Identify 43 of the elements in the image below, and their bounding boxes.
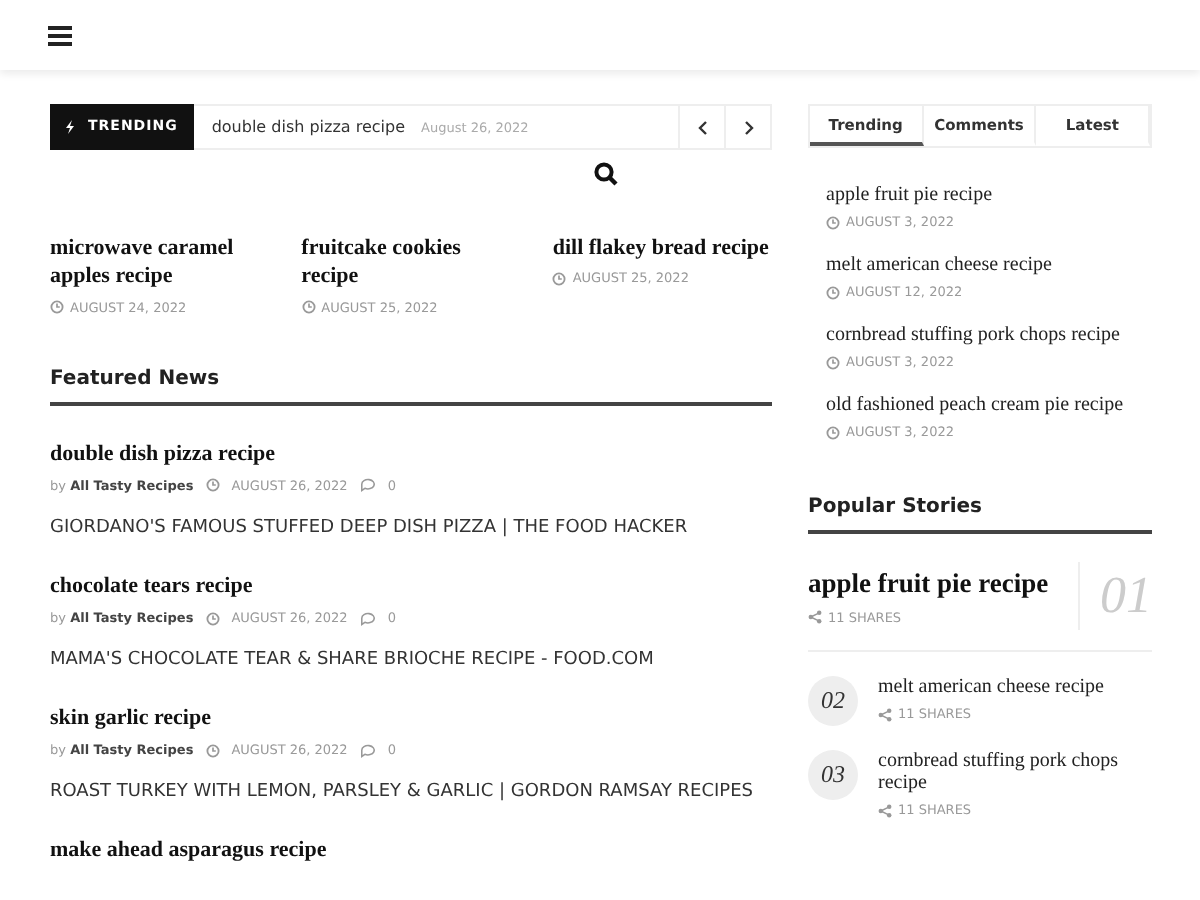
clock-icon (205, 478, 220, 493)
share-icon (878, 707, 892, 721)
article-title[interactable]: double dish pizza recipe (50, 439, 772, 468)
clock-icon (826, 285, 840, 299)
clock-icon (826, 215, 840, 229)
article-excerpt: ROAST TURKEY WITH LEMON, PARSLEY & GARLIC | GORDON RAMSAY RECIPES (50, 782, 756, 803)
clock-icon (826, 355, 840, 369)
popular-title[interactable]: melt american cheese recipe (878, 676, 1104, 698)
clock-icon (50, 300, 64, 315)
sidebar-post-title[interactable]: melt american cheese recipe (826, 254, 1152, 276)
menu-icon[interactable] (48, 25, 72, 45)
comment-icon (359, 478, 376, 493)
article-title[interactable]: skin garlic recipe (50, 704, 772, 733)
share-icon (878, 803, 892, 817)
rank-number: 02 (808, 676, 858, 726)
chevron-right-icon (743, 119, 753, 135)
article-title[interactable]: chocolate tears recipe (50, 571, 772, 601)
bolt-icon (66, 119, 74, 133)
popular-title[interactable]: cornbread stuffing pork chops recipe (878, 750, 1152, 794)
post-title[interactable]: fruitcake cookies recipe (301, 234, 509, 292)
trending-headline[interactable]: double dish pizza recipe (211, 118, 406, 136)
sidebar-post-title[interactable]: old fashioned peach cream pie recipe (826, 394, 1152, 416)
clock-icon (552, 271, 567, 286)
sidebar-post-title[interactable]: cornbread stuffing pork chops recipe (826, 324, 1152, 346)
sidebar-post-title[interactable]: apple fruit pie recipe (826, 184, 1152, 206)
clock-icon (301, 300, 316, 315)
article-title[interactable]: make ahead asparagus recipe (50, 836, 772, 866)
chevron-left-icon (697, 119, 707, 135)
search-icon[interactable] (594, 162, 618, 186)
clock-icon (826, 425, 840, 439)
popular-title[interactable]: apple fruit pie recipe (808, 566, 1078, 602)
section-heading: Popular Stories (808, 496, 1152, 534)
clock-icon (205, 743, 220, 758)
section-heading: Featured News (50, 367, 772, 406)
share-icon (808, 610, 822, 625)
comment-icon (359, 611, 376, 626)
article-excerpt: MAMA'S CHOCOLATE TEAR & SHARE BRIOCHE RECIPE - FOOD.COM (50, 650, 656, 671)
comment-icon (359, 743, 376, 758)
article-excerpt: GIORDANO'S FAMOUS STUFFED DEEP DISH PIZZA | THE FOOD HACKER (50, 517, 690, 538)
post-title[interactable]: dill flakey bread recipe (552, 234, 772, 263)
clock-icon (205, 611, 220, 626)
rank-number: 03 (808, 750, 858, 800)
post-title[interactable]: microwave caramel apples recipe (50, 234, 258, 292)
